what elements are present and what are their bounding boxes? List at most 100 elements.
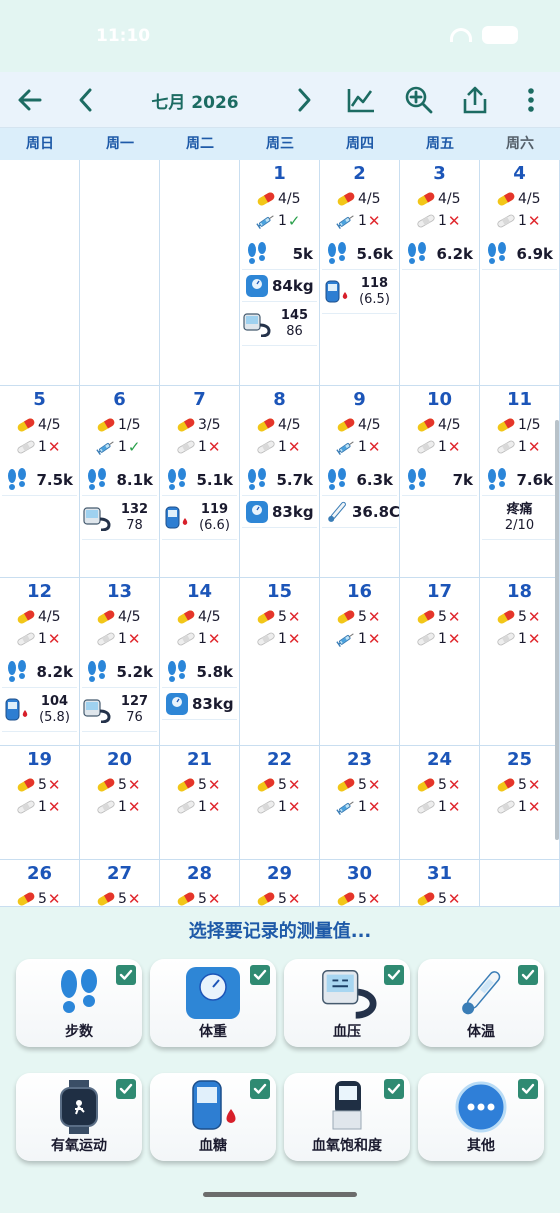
steps-row[interactable]: 6.2k [402, 238, 477, 270]
steps-row[interactable]: 5.7k [242, 464, 317, 496]
scrollbar[interactable] [555, 420, 559, 840]
blood-pressure-value: 145 86 [280, 307, 309, 339]
month-title[interactable]: 七月 2026 [130, 72, 260, 128]
day-cell[interactable]: 25 5 ✕ 1 ✕ [480, 746, 560, 860]
day-cell[interactable]: 12 4/5 1 ✕ 8.2k 104 (5.8) [0, 578, 80, 746]
scale-row[interactable]: 83kg [162, 688, 237, 720]
day-cell[interactable]: 27 5 ✕ [80, 860, 160, 907]
steps-row[interactable]: 7k [402, 464, 477, 496]
day-cell[interactable]: 11 1/5 1 ✕ 7.6k 疼痛 2/10 [480, 386, 560, 578]
day-number: 4 [513, 163, 526, 184]
note-row[interactable]: 疼痛 2/10 [482, 496, 557, 540]
day-cell[interactable]: 26 5 ✕ [0, 860, 80, 907]
steps-row[interactable]: 5.2k [82, 656, 157, 688]
blood-pressure-row[interactable]: 127 76 [82, 688, 157, 732]
pill-icon [256, 415, 276, 435]
steps-icon [322, 465, 352, 495]
steps-row[interactable]: 5.6k [322, 238, 397, 270]
measurement-option-more[interactable]: 其他 [418, 1073, 544, 1161]
day-cell[interactable]: 8 4/5 1 ✕ 5.7k 83kg [240, 386, 320, 578]
day-cell[interactable]: 23 5 ✕ 1 ✕ [320, 746, 400, 860]
day-cell[interactable]: 2 4/5 1 ✕ 5.6k 118 (6.5) [320, 160, 400, 386]
back-button[interactable] [8, 72, 52, 128]
day-cell[interactable]: 19 5 ✕ 1 ✕ [0, 746, 80, 860]
measurement-option-scale[interactable]: 体重 [150, 959, 276, 1047]
checkbox[interactable] [518, 1079, 538, 1099]
pill-count: 5 [438, 891, 447, 907]
day-cell[interactable]: 16 5 ✕ 1 ✕ [320, 578, 400, 746]
day-cell[interactable]: 6 1/5 1 ✓ 8.1k 132 78 [80, 386, 160, 578]
pill-count: 5 [518, 777, 527, 793]
checkbox[interactable] [384, 965, 404, 985]
pill-icon [496, 775, 516, 795]
zoom-button[interactable] [398, 72, 440, 128]
measurement-option-pulse-oximeter[interactable]: 血氧饱和度 [284, 1073, 410, 1161]
share-button[interactable] [454, 72, 496, 128]
steps-row[interactable]: 5.1k [162, 464, 237, 496]
day-number: 7 [193, 389, 206, 410]
day-cell[interactable]: 29 5 ✕ [240, 860, 320, 907]
empty-day-cell [0, 160, 80, 386]
day-cell[interactable]: 21 5 ✕ 1 ✕ [160, 746, 240, 860]
blood-pressure-row[interactable]: 132 78 [82, 496, 157, 540]
steps-row[interactable]: 7.5k [2, 464, 77, 496]
measurement-option-steps[interactable]: 步数 [16, 959, 142, 1047]
checkbox[interactable] [518, 965, 538, 985]
scale-row[interactable]: 84kg [242, 270, 317, 302]
measurement-option-smartwatch[interactable]: 有氧运动 [16, 1073, 142, 1161]
glucose-meter-row[interactable]: 118 (6.5) [322, 270, 397, 314]
steps-row[interactable]: 7.6k [482, 464, 557, 496]
more-menu-button[interactable] [514, 72, 548, 128]
day-cell[interactable]: 3 4/5 1 ✕ 6.2k [400, 160, 480, 386]
checkbox[interactable] [384, 1079, 404, 1099]
medication-line: 5 ✕ [496, 774, 541, 796]
checkbox[interactable] [250, 965, 270, 985]
injection-count: 1 [358, 439, 367, 455]
glucose-meter-row[interactable]: 104 (5.8) [2, 688, 77, 732]
blood-pressure-row[interactable]: 145 86 [242, 302, 317, 346]
day-cell[interactable]: 4 4/5 1 ✕ 6.9k [480, 160, 560, 386]
next-month-button[interactable] [286, 72, 322, 128]
pill-count: 1/5 [518, 417, 541, 433]
day-cell[interactable]: 31 5 ✕ [400, 860, 480, 907]
steps-row[interactable]: 5.8k [162, 656, 237, 688]
day-cell[interactable]: 28 5 ✕ [160, 860, 240, 907]
steps-row[interactable]: 6.9k [482, 238, 557, 270]
steps-row[interactable]: 5k [242, 238, 317, 270]
home-indicator[interactable] [203, 1192, 357, 1197]
steps-row[interactable]: 8.2k [2, 656, 77, 688]
day-cell[interactable]: 7 3/5 1 ✕ 5.1k 119 (6.6) [160, 386, 240, 578]
measurement-option-thermometer[interactable]: 体温 [418, 959, 544, 1047]
checkbox[interactable] [116, 1079, 136, 1099]
checkbox[interactable] [116, 965, 136, 985]
day-cell[interactable]: 20 5 ✕ 1 ✕ [80, 746, 160, 860]
glucose-meter-row[interactable]: 119 (6.6) [162, 496, 237, 540]
medication-line: 4/5 [336, 414, 381, 436]
day-cell[interactable]: 13 4/5 1 ✕ 5.2k 127 76 [80, 578, 160, 746]
prev-month-button[interactable] [68, 72, 104, 128]
day-cell[interactable]: 22 5 ✕ 1 ✕ [240, 746, 320, 860]
day-cell[interactable]: 30 5 ✕ [320, 860, 400, 907]
day-cell[interactable]: 17 5 ✕ 1 ✕ [400, 578, 480, 746]
steps-row[interactable]: 6.3k [322, 464, 397, 496]
steps-row[interactable]: 8.1k [82, 464, 157, 496]
day-cell[interactable]: 24 5 ✕ 1 ✕ [400, 746, 480, 860]
measurement-option-glucose-meter[interactable]: 血糖 [150, 1073, 276, 1161]
bandage-icon [256, 629, 276, 649]
sheet-title: 选择要记录的测量值... [188, 921, 372, 942]
day-cell[interactable]: 5 4/5 1 ✕ 7.5k [0, 386, 80, 578]
day-number: 27 [106, 863, 133, 884]
measurement-option-blood-pressure[interactable]: 血压 [284, 959, 410, 1047]
scale-row[interactable]: 83kg [242, 496, 317, 528]
day-cell[interactable]: 10 4/5 1 ✕ 7k [400, 386, 480, 578]
chart-button[interactable] [340, 72, 382, 128]
checkbox[interactable] [250, 1079, 270, 1099]
day-cell[interactable]: 15 5 ✕ 1 ✕ [240, 578, 320, 746]
day-cell[interactable]: 9 4/5 1 ✕ 6.3k 36.8C [320, 386, 400, 578]
day-cell[interactable]: 18 5 ✕ 1 ✕ [480, 578, 560, 746]
steps-icon [322, 239, 352, 269]
day-cell[interactable]: 14 4/5 1 ✕ 5.8k 83kg [160, 578, 240, 746]
injection-line: 1 ✕ [256, 436, 301, 458]
day-cell[interactable]: 1 4/5 1 ✓ 5k 84kg 145 86 [240, 160, 320, 386]
thermometer-row[interactable]: 36.8C [322, 496, 400, 528]
